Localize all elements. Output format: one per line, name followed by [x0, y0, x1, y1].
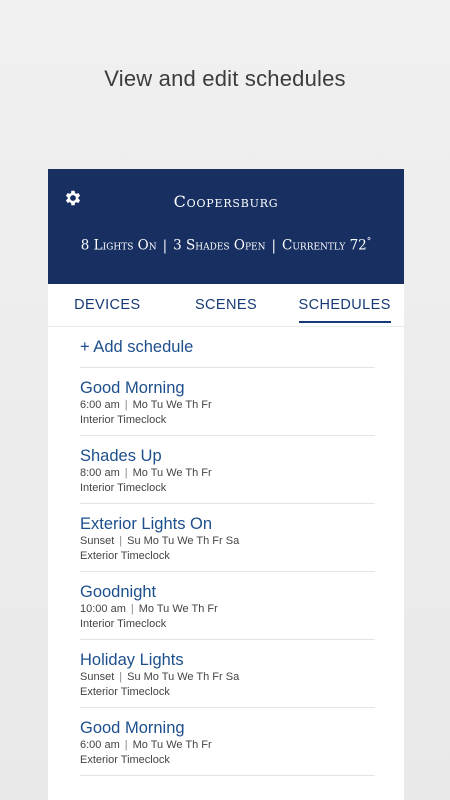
- tab-devices[interactable]: DEVICES: [48, 284, 167, 326]
- schedule-name: Shades Up: [80, 447, 162, 465]
- schedule-name: Exterior Lights On: [80, 515, 213, 533]
- app-screen: Coopersburg 8 Lights On | 3 Shades Open | Cu…: [48, 169, 404, 800]
- schedule-time: 6:00 am | Mo Tu We Th Fr: [80, 739, 212, 751]
- schedule-item[interactable]: Good Morning 6:00 am | Mo Tu We Th Fr Exte…: [80, 708, 375, 776]
- temperature-status: Currently 72: [282, 237, 367, 254]
- schedule-source: Exterior Timeclock: [80, 550, 170, 562]
- schedule-item[interactable]: Shades Up 8:00 am | Mo Tu We Th Fr Interio…: [80, 436, 375, 504]
- degree-symbol: °: [366, 237, 372, 247]
- schedule-source: Exterior Timeclock: [80, 686, 170, 698]
- schedule-source: Interior Timeclock: [80, 482, 167, 494]
- tab-label: SCHEDULES: [298, 297, 391, 323]
- schedule-item[interactable]: Holiday Lights Sunset | Su Mo Tu We Th Fr …: [80, 640, 375, 708]
- schedule-name: Holiday Lights: [80, 651, 184, 669]
- schedule-time: 8:00 am | Mo Tu We Th Fr: [80, 467, 212, 479]
- home-header: Coopersburg 8 Lights On | 3 Shades Open | Cu…: [48, 169, 404, 284]
- add-schedule-button[interactable]: + Add schedule: [80, 327, 375, 368]
- tab-label: SCENES: [194, 297, 258, 313]
- schedule-name: Goodnight: [80, 583, 157, 601]
- schedule-time: Sunset | Su Mo Tu We Th Fr Sa: [80, 535, 240, 547]
- tab-schedules[interactable]: SCHEDULES: [285, 284, 404, 326]
- schedule-time: 10:00 am | Mo Tu We Th Fr: [80, 603, 218, 615]
- schedule-time: 6:00 am | Mo Tu We Th Fr: [80, 399, 212, 411]
- schedule-name: Good Morning: [80, 379, 185, 397]
- lights-status: 8 Lights On: [80, 237, 157, 254]
- schedule-source: Interior Timeclock: [80, 618, 167, 630]
- tab-label: DEVICES: [74, 297, 141, 313]
- separator: |: [271, 237, 277, 254]
- shades-status: 3 Shades Open: [173, 237, 266, 254]
- tab-bar: DEVICES SCENES SCHEDULES: [48, 284, 404, 327]
- schedule-source: Interior Timeclock: [80, 414, 167, 426]
- separator: |: [162, 237, 168, 254]
- schedule-list: + Add schedule Good Morning 6:00 am | Mo T…: [48, 327, 404, 776]
- schedule-source: Exterior Timeclock: [80, 754, 170, 766]
- schedule-item[interactable]: Exterior Lights On Sunset | Su Mo Tu We Th…: [80, 504, 375, 572]
- schedule-name: Good Morning: [80, 719, 185, 737]
- schedule-item[interactable]: Good Morning 6:00 am | Mo Tu We Th Fr Inte…: [80, 368, 375, 436]
- tab-scenes[interactable]: SCENES: [167, 284, 286, 326]
- home-title: Coopersburg: [173, 192, 279, 211]
- status-summary: 8 Lights On | 3 Shades Open | Currently 72°: [48, 237, 404, 254]
- schedule-time: Sunset | Su Mo Tu We Th Fr Sa: [80, 671, 240, 683]
- schedule-item[interactable]: Goodnight 10:00 am | Mo Tu We Th Fr Interi…: [80, 572, 375, 640]
- promo-caption: View and edit schedules: [104, 66, 346, 91]
